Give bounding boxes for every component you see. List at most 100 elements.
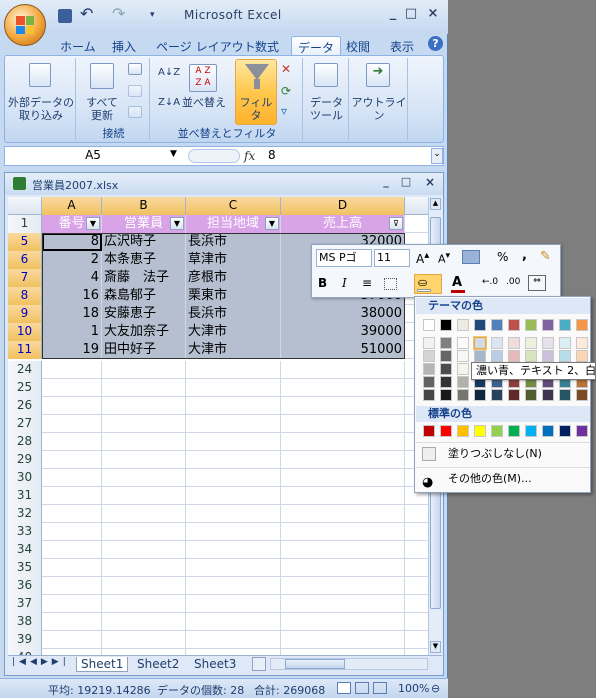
empty-cell[interactable]	[281, 433, 405, 451]
tab-data[interactable]: データ	[291, 36, 342, 56]
tab-page-layout[interactable]: ページ レイアウト	[156, 36, 256, 56]
color-swatch[interactable]	[474, 350, 486, 362]
empty-cell[interactable]	[102, 613, 186, 631]
empty-cell[interactable]	[102, 523, 186, 541]
empty-cell[interactable]	[102, 595, 186, 613]
color-swatch[interactable]	[542, 425, 554, 437]
empty-cell[interactable]	[186, 595, 281, 613]
shrink-font-icon[interactable]: A▾	[438, 250, 450, 266]
empty-cell[interactable]	[186, 559, 281, 577]
color-swatch[interactable]	[474, 319, 486, 331]
row-header[interactable]: 27	[8, 415, 42, 433]
sheet-tab-sheet1[interactable]: Sheet1	[76, 657, 129, 672]
color-swatch[interactable]	[423, 363, 435, 375]
decrease-decimal-icon[interactable]: .00	[506, 277, 520, 287]
row-header[interactable]: 26	[8, 397, 42, 415]
empty-cell[interactable]	[42, 505, 102, 523]
empty-cell[interactable]	[42, 451, 102, 469]
empty-cell[interactable]	[281, 505, 405, 523]
cell-d[interactable]: 39000	[281, 323, 405, 341]
color-swatch[interactable]	[440, 425, 452, 437]
empty-cell[interactable]	[42, 361, 102, 379]
empty-cell[interactable]	[281, 559, 405, 577]
color-swatch[interactable]	[559, 425, 571, 437]
increase-decimal-icon[interactable]: ←.0	[482, 277, 498, 287]
cell-c[interactable]: 大津市	[186, 323, 281, 341]
row-header[interactable]: 10	[8, 323, 42, 341]
row-header[interactable]: 25	[8, 379, 42, 397]
empty-cell[interactable]	[102, 433, 186, 451]
filter-active-icon[interactable]: ⊽	[389, 217, 403, 230]
color-swatch[interactable]	[423, 425, 435, 437]
cell-a[interactable]: 16	[42, 287, 102, 305]
color-swatch[interactable]	[508, 337, 520, 349]
color-swatch[interactable]	[457, 363, 469, 375]
properties-icon[interactable]	[128, 85, 142, 97]
wb-minimize-button[interactable]: _	[376, 175, 396, 193]
empty-cell[interactable]	[42, 595, 102, 613]
empty-cell[interactable]	[186, 541, 281, 559]
row-header[interactable]: 32	[8, 505, 42, 523]
formula-input[interactable]: 8	[268, 148, 276, 162]
color-swatch[interactable]	[491, 319, 503, 331]
expand-formula-icon[interactable]: ⌄	[431, 148, 443, 164]
column-header-a[interactable]: A	[42, 197, 102, 215]
cell-c[interactable]: 栗東市	[186, 287, 281, 305]
empty-cell[interactable]	[186, 577, 281, 595]
cell-b[interactable]: 田中好子	[102, 341, 186, 359]
name-box[interactable]: A5	[6, 148, 180, 165]
empty-cell[interactable]	[281, 631, 405, 649]
fill-color-button[interactable]: ⛀	[414, 274, 442, 294]
color-swatch[interactable]	[525, 319, 537, 331]
grow-font-icon[interactable]: A▴	[416, 250, 429, 266]
empty-cell[interactable]	[42, 433, 102, 451]
advanced-filter-icon[interactable]: ▿	[281, 104, 287, 118]
color-swatch[interactable]	[473, 336, 487, 350]
color-swatch[interactable]	[457, 350, 469, 362]
cell-b[interactable]: 広沢時子	[102, 233, 186, 251]
close-button[interactable]: ×	[423, 6, 443, 24]
row-header[interactable]: 9	[8, 305, 42, 323]
cell-d[interactable]: 51000	[281, 341, 405, 359]
clear-filter-icon[interactable]: ✕	[281, 62, 291, 76]
normal-view-icon[interactable]	[337, 682, 351, 694]
font-size-box[interactable]: 11	[374, 249, 410, 267]
empty-cell[interactable]	[186, 397, 281, 415]
empty-cell[interactable]	[102, 577, 186, 595]
empty-cell[interactable]	[42, 631, 102, 649]
empty-cell[interactable]	[102, 559, 186, 577]
empty-cell[interactable]	[102, 397, 186, 415]
empty-cell[interactable]	[102, 379, 186, 397]
empty-cell[interactable]	[42, 397, 102, 415]
color-swatch[interactable]	[508, 425, 520, 437]
color-swatch[interactable]	[508, 389, 520, 401]
color-swatch[interactable]	[559, 337, 571, 349]
filter-button[interactable]: フィルタ	[235, 59, 277, 125]
color-swatch[interactable]	[576, 319, 588, 331]
color-swatch[interactable]	[474, 425, 486, 437]
center-align-icon[interactable]: ≡	[362, 276, 372, 290]
cell-a[interactable]: 4	[42, 269, 102, 287]
merge-center-icon[interactable]: ⇔	[528, 275, 546, 291]
row-header[interactable]: 7	[8, 269, 42, 287]
cell-a[interactable]: 1	[42, 323, 102, 341]
cell-c[interactable]: 長浜市	[186, 305, 281, 323]
sort-az-button[interactable]: A↓Z	[158, 66, 180, 79]
header-cell[interactable]: 担当地域 ▼	[186, 215, 281, 233]
tab-home[interactable]: ホーム	[60, 36, 96, 56]
empty-cell[interactable]	[281, 595, 405, 613]
empty-cell[interactable]	[186, 379, 281, 397]
italic-button[interactable]: I	[342, 276, 347, 290]
filter-dropdown-icon[interactable]: ▼	[86, 217, 100, 230]
cell-c[interactable]: 長浜市	[186, 233, 281, 251]
scroll-down-icon[interactable]: ▼	[430, 641, 441, 653]
color-swatch[interactable]	[559, 350, 571, 362]
cell-b[interactable]: 安藤恵子	[102, 305, 186, 323]
column-header-d[interactable]: D	[281, 197, 405, 215]
color-swatch[interactable]	[423, 319, 435, 331]
color-swatch[interactable]	[559, 389, 571, 401]
color-swatch[interactable]	[525, 350, 537, 362]
external-data-button[interactable]: 外部データの 取り込み	[8, 96, 74, 122]
cell-a[interactable]: 2	[42, 251, 102, 269]
color-swatch[interactable]	[508, 350, 520, 362]
